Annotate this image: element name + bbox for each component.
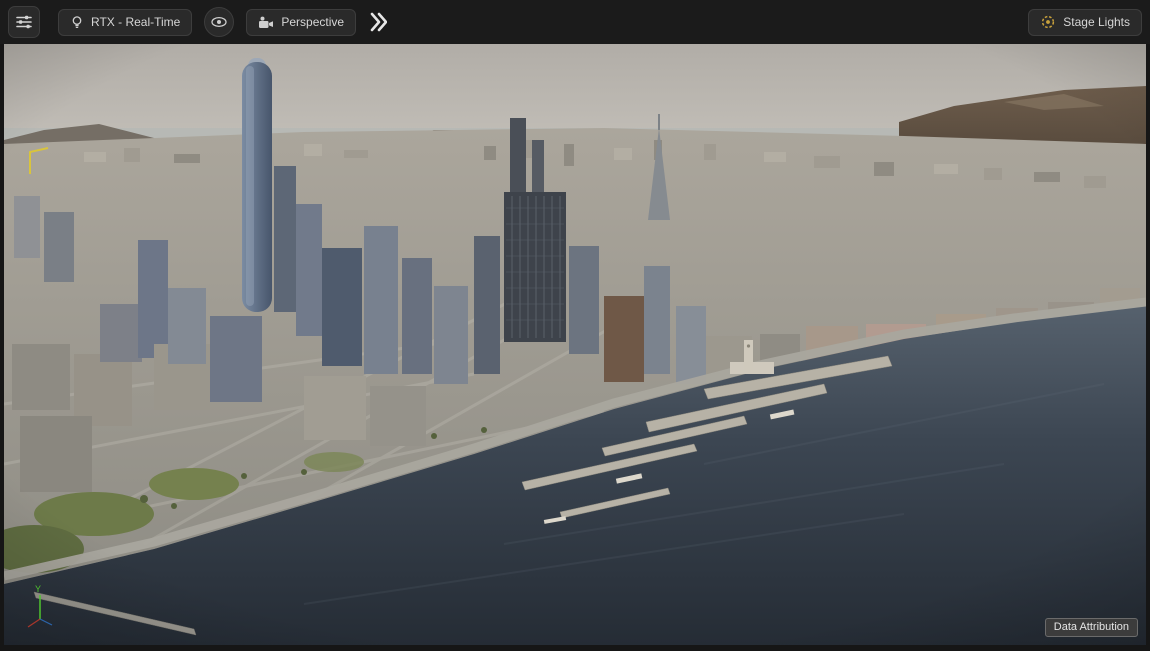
- lightbulb-icon: [70, 15, 84, 30]
- stage-light-icon: [1040, 14, 1056, 30]
- viewport-3d-scene[interactable]: Y Data Attribution: [4, 44, 1146, 645]
- camera-button[interactable]: Perspective: [246, 9, 356, 36]
- sliders-icon: [15, 14, 33, 30]
- render-mode-button[interactable]: RTX - Real-Time: [58, 9, 192, 36]
- camera-mode-label: Perspective: [281, 15, 344, 29]
- visibility-button[interactable]: [204, 7, 234, 37]
- city-scene: [4, 44, 1146, 645]
- stage-lights-button[interactable]: Stage Lights: [1028, 9, 1142, 36]
- double-chevron-icon: [370, 11, 387, 33]
- viewport-window: RTX - Real-Time Perspective: [0, 0, 1150, 651]
- expand-toolbar-button[interactable]: [368, 9, 389, 36]
- viewport-toolbar: RTX - Real-Time Perspective: [0, 0, 1150, 44]
- axis-gizmo: Y: [18, 583, 62, 631]
- render-mode-label: RTX - Real-Time: [91, 15, 180, 29]
- stage-lights-label: Stage Lights: [1063, 15, 1130, 29]
- data-attribution-button[interactable]: Data Attribution: [1045, 618, 1138, 637]
- camera-icon: [258, 16, 274, 29]
- axis-y-label: Y: [35, 584, 41, 594]
- viewport-settings-button[interactable]: [8, 6, 40, 38]
- eye-icon: [211, 16, 227, 28]
